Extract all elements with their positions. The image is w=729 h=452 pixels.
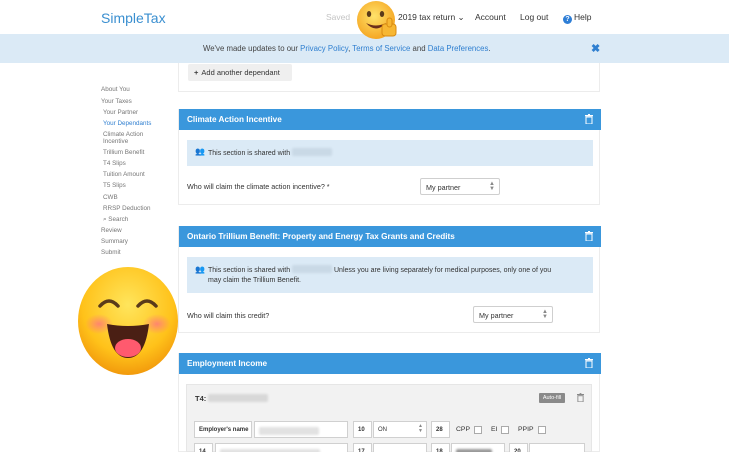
redacted-name [292, 265, 333, 273]
shared-info-box: 👥 This section is shared with [187, 140, 593, 166]
climate-selected-value: My partner [426, 183, 461, 192]
sidebar-item-rrsp[interactable]: RRSP Deduction [103, 205, 151, 212]
climate-claimant-select[interactable]: My partner ▲ ▼ [420, 178, 500, 195]
box-28-label: 28 [431, 421, 450, 438]
laughing-face-emoji-icon [78, 267, 178, 375]
trillium-selected-value: My partner [479, 311, 514, 320]
box-17-label: 17 [353, 443, 372, 452]
t4-slip-panel: T4: Auto-fill Employer's name 10 ON ▲ ▼ 28… [186, 384, 592, 452]
cpp-checkbox[interactable] [474, 426, 482, 434]
banner-message: We've made updates to our Privacy Policy… [203, 44, 491, 53]
help-link[interactable]: ? Help [563, 12, 591, 24]
climate-action-title: Climate Action Incentive [187, 115, 282, 124]
sidebar-item-your-partner[interactable]: Your Partner [103, 109, 138, 116]
tax-return-dropdown[interactable]: 2019 tax return ⌄ [398, 12, 465, 23]
box-17-input[interactable] [373, 443, 427, 452]
people-icon: 👥 [195, 265, 205, 274]
employer-name-label: Employer's name [194, 421, 252, 438]
trash-icon[interactable] [585, 358, 593, 368]
box-18-label: 18 [431, 443, 450, 452]
sidebar-item-climate-action[interactable]: Climate Action [103, 131, 143, 138]
shared-rest: Unless you are living separately for med… [334, 267, 552, 274]
box-18-input[interactable] [451, 443, 505, 452]
shared-line2: may claim the Trillium Benefit. [208, 277, 301, 284]
box-20-input[interactable] [529, 443, 585, 452]
sidebar-search[interactable]: ⌕ Search [103, 216, 128, 224]
shared-label: This section is shared with [208, 267, 291, 274]
redacted-name [292, 148, 333, 156]
sidebar-item-summary[interactable]: Summary [101, 238, 128, 245]
trash-icon[interactable] [585, 114, 593, 124]
sidebar-item-tuition[interactable]: Tuition Amount [103, 171, 145, 178]
auto-fill-button[interactable]: Auto-fill [539, 393, 565, 403]
box-14-label: 14 [194, 443, 213, 452]
shared-info-box: 👥 This section is shared with Unless you… [187, 257, 593, 293]
climate-action-card: Climate Action Incentive 👥 This section … [178, 109, 601, 205]
trash-icon[interactable] [585, 231, 593, 241]
banner-prefix: We've made updates to our [203, 44, 301, 53]
close-icon[interactable]: ✖ [591, 42, 600, 55]
sidebar-item-your-taxes[interactable]: Your Taxes [101, 98, 132, 105]
search-label: Search [108, 216, 129, 223]
sidebar-item-your-dependants[interactable]: Your Dependants [103, 120, 151, 127]
t4-label: T4: [195, 394, 269, 403]
ei-checkbox[interactable] [501, 426, 509, 434]
banner-sep: and [410, 44, 428, 53]
t4-label-text: T4: [195, 394, 207, 403]
trash-icon[interactable] [577, 393, 584, 402]
box-20-label: 20 [509, 443, 528, 452]
sidebar-item-submit[interactable]: Submit [101, 249, 121, 256]
redacted-employer [208, 394, 269, 402]
sidebar-item-t5-slips[interactable]: T5 Slips [103, 182, 126, 189]
sidebar-item-t4-slips[interactable]: T4 Slips [103, 160, 126, 167]
select-caret-icon: ▲ ▼ [489, 181, 495, 192]
climate-question: Who will claim the climate action incent… [187, 182, 330, 191]
plus-icon: + [194, 68, 199, 77]
sidebar-item-review[interactable]: Review [101, 227, 122, 234]
terms-of-service-link[interactable]: Terms of Service [352, 44, 410, 53]
employer-name-input[interactable] [254, 421, 348, 438]
question-icon: ? [563, 15, 572, 24]
sidebar-item-trillium[interactable]: Trillium Benefit [103, 149, 144, 156]
redacted-value [259, 427, 319, 435]
employment-title: Employment Income [187, 359, 268, 368]
thumbs-up-emoji-icon [357, 1, 397, 39]
data-preferences-link[interactable]: Data Preferences [428, 44, 489, 53]
shared-label: This section is shared with [208, 150, 291, 157]
add-dependant-label: Add another dependant [201, 68, 280, 77]
ei-label: EI [491, 426, 498, 433]
province-value: ON [378, 427, 387, 433]
ppip-label: PPIP [518, 426, 534, 433]
box-14-input[interactable] [215, 443, 348, 452]
simpletax-logo[interactable]: SimpleTax [101, 10, 166, 26]
sidebar-item-about-you[interactable]: About You [101, 86, 130, 93]
help-label: Help [574, 12, 592, 22]
trillium-claimant-select[interactable]: My partner ▲ ▼ [473, 306, 553, 323]
banner-suffix: . [488, 44, 491, 53]
ppip-checkbox[interactable] [538, 426, 546, 434]
trillium-header: Ontario Trillium Benefit: Property and E… [179, 226, 601, 247]
saved-status: Saved [326, 12, 351, 22]
sidebar-item-cwb[interactable]: CWB [103, 194, 118, 201]
employment-header: Employment Income [179, 353, 601, 374]
privacy-policy-link[interactable]: Privacy Policy [300, 44, 348, 53]
province-select[interactable]: ON ▲ ▼ [373, 421, 427, 438]
climate-action-header: Climate Action Incentive [179, 109, 601, 130]
trillium-card: Ontario Trillium Benefit: Property and E… [178, 226, 601, 333]
cpp-label: CPP [456, 426, 470, 433]
trillium-question: Who will claim this credit? [187, 311, 270, 320]
shared-info-text: This section is shared with [208, 148, 333, 159]
box-10-label: 10 [353, 421, 372, 438]
account-link[interactable]: Account [475, 12, 506, 22]
select-caret-icon: ▲ ▼ [542, 309, 548, 320]
shared-info-text: This section is shared with Unless you a… [208, 265, 588, 286]
select-caret-icon: ▲ ▼ [418, 423, 423, 434]
people-icon: 👥 [195, 147, 205, 156]
add-dependant-button[interactable]: + Add another dependant [188, 64, 292, 81]
trillium-title: Ontario Trillium Benefit: Property and E… [187, 232, 455, 241]
logout-link[interactable]: Log out [520, 12, 548, 22]
sidebar-item-climate-action-cont[interactable]: Incentive [103, 138, 128, 145]
